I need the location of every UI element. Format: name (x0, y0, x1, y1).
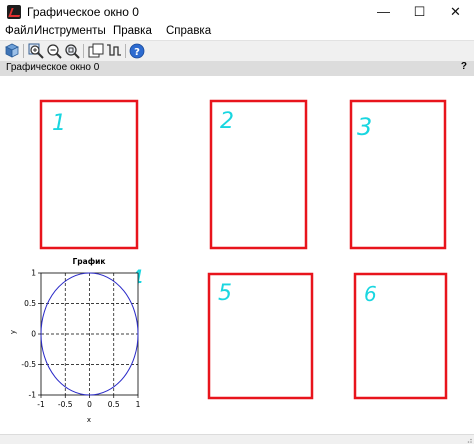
zoom-in-icon[interactable] (27, 42, 45, 60)
box-5-number: 5 (218, 281, 232, 306)
window-title: Графическое окно 0 (27, 5, 139, 19)
select-figure-icon[interactable] (87, 42, 105, 60)
x-tick-label: 1 (136, 400, 141, 409)
rotate-3d-icon[interactable] (3, 42, 21, 60)
x-tick-label: -1 (37, 400, 45, 409)
panel-title: Графическое окно 0 (6, 62, 100, 73)
x-tick-label: 0.5 (108, 400, 120, 409)
minimize-button[interactable]: — (365, 0, 402, 24)
figure-svg: 1 2 3 4 5 6 График x y -1-0.500.5110.50-… (9, 99, 448, 424)
app-icon (7, 5, 21, 19)
help-icon[interactable]: ? (128, 42, 146, 60)
box-6-number: 6 (364, 282, 377, 306)
y-tick-label: 1 (31, 269, 36, 278)
y-axis-label: y (9, 330, 17, 334)
toolbar-separator (125, 44, 126, 58)
menu-file[interactable]: Файл (5, 25, 33, 37)
plot-axes[interactable]: График x y -1 -0.5 0 0.5 1 1 0.5 0 -0.5 -1 (9, 257, 141, 424)
y-tick-label: 0 (31, 330, 36, 339)
resize-grip-icon[interactable] (465, 436, 472, 443)
box-3-number: 3 (357, 113, 372, 141)
menu-help[interactable]: Справка (166, 25, 211, 37)
panel-header: Графическое окно 0 ? (0, 61, 474, 76)
box-2-number: 2 (220, 109, 234, 134)
zoom-original-icon[interactable] (63, 42, 81, 60)
menu-tools[interactable]: Инструменты (34, 25, 106, 37)
figure-canvas[interactable]: 1 2 3 4 5 6 График x y -1-0.500.5110.50-… (0, 76, 474, 434)
y-tick-label: 0.5 (24, 299, 36, 308)
x-tick-label: 0 (87, 400, 92, 409)
chart-title: График (73, 257, 106, 266)
toolbar: ? (0, 40, 474, 62)
y-tick-label: -1 (29, 391, 37, 400)
panel-help-button[interactable]: ? (461, 61, 467, 72)
y-tick-label: -0.5 (21, 360, 36, 369)
toolbar-separator (23, 44, 24, 58)
title-bar: Графическое окно 0 — ☐ ✕ (0, 0, 474, 24)
zoom-out-icon[interactable] (45, 42, 63, 60)
x-axis-label: x (87, 416, 91, 424)
datatip-icon[interactable] (105, 42, 123, 60)
maximize-button[interactable]: ☐ (401, 0, 438, 24)
box-1-number: 1 (52, 111, 66, 136)
menu-bar: Файл Инструменты Правка Справка (0, 24, 474, 40)
close-button[interactable]: ✕ (437, 0, 474, 24)
x-tick-label: -0.5 (58, 400, 73, 409)
svg-text:?: ? (134, 47, 140, 58)
toolbar-separator (83, 44, 84, 58)
menu-edit[interactable]: Правка (113, 25, 152, 37)
